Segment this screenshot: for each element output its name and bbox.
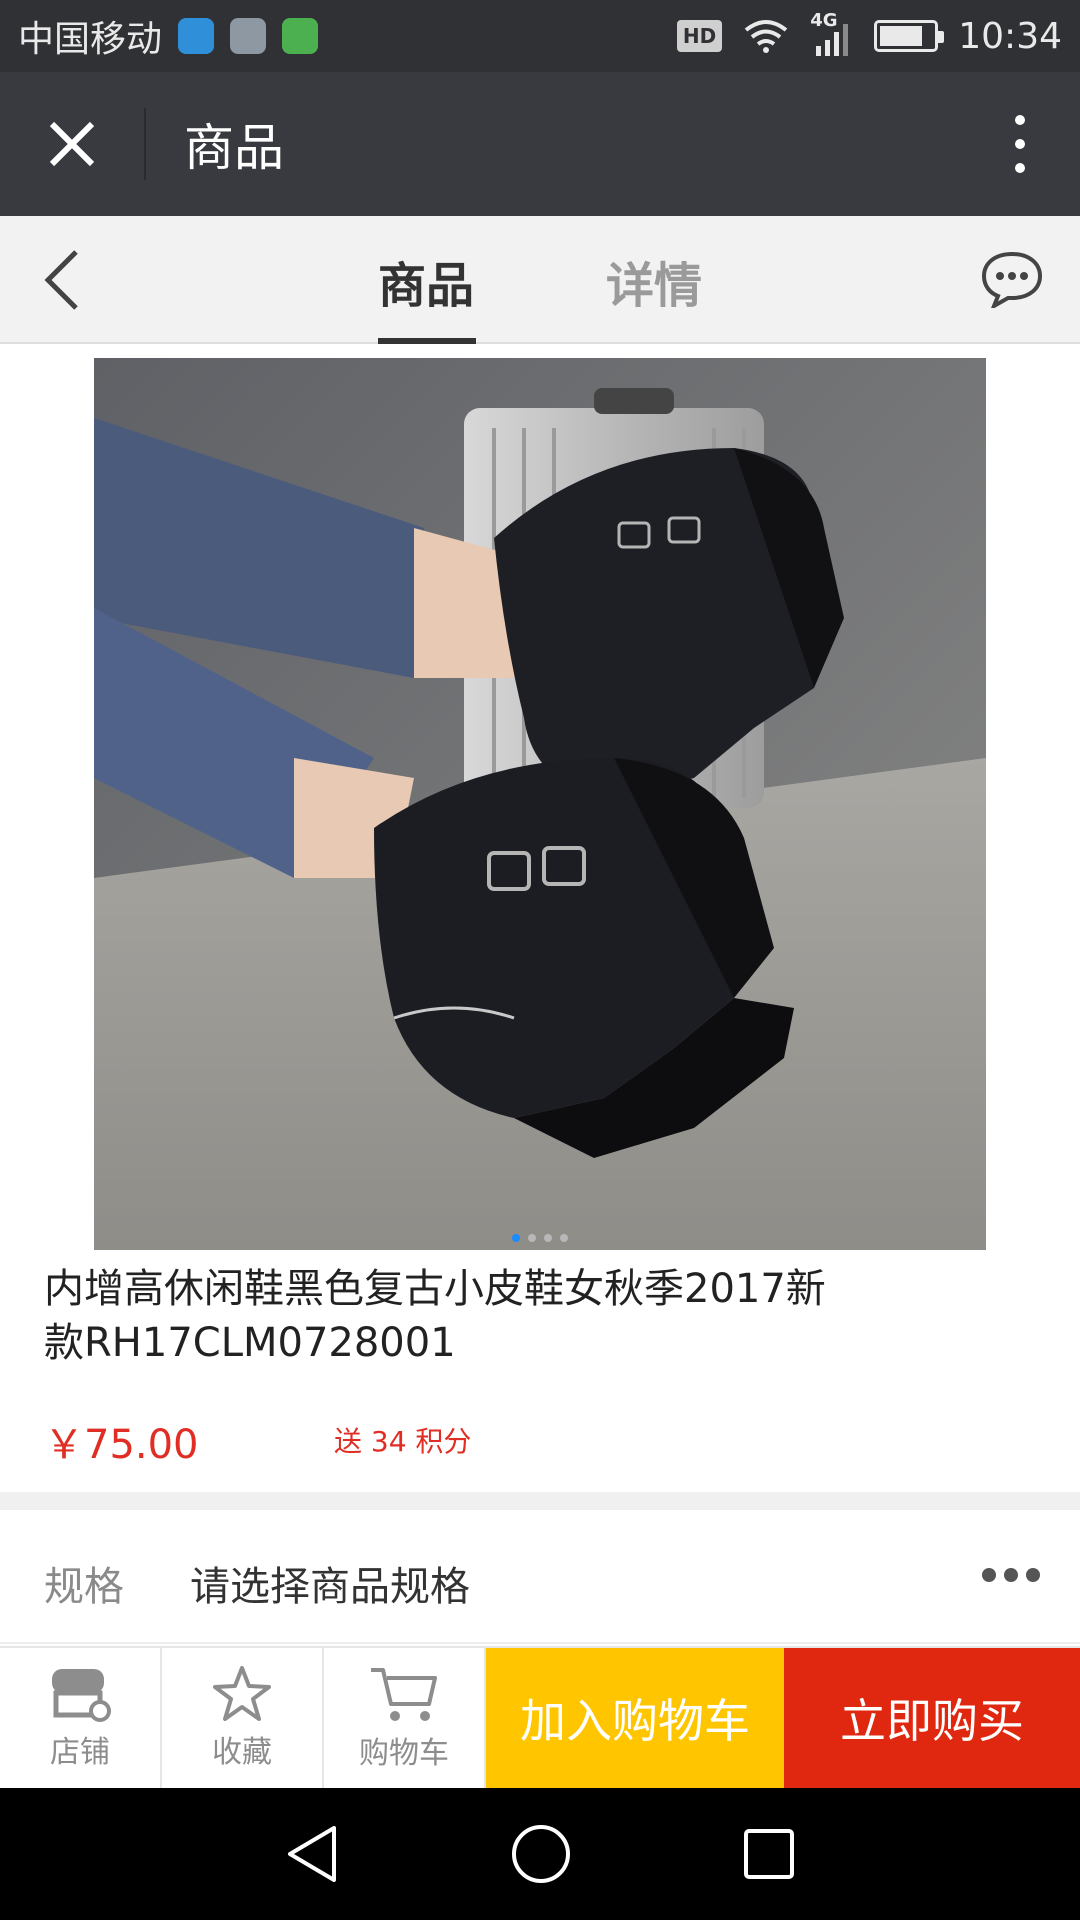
active-tab-indicator — [378, 338, 476, 344]
clock: 10:34 — [958, 15, 1062, 57]
more-vertical-icon — [1015, 115, 1025, 173]
section-separator — [0, 1492, 1080, 1510]
title-divider — [144, 108, 146, 180]
product-photo — [94, 358, 986, 1250]
gallery-notification-icon — [230, 18, 267, 54]
video-notification-icon — [282, 18, 319, 54]
product-tab-bar: 商品 详情 — [0, 216, 1080, 344]
hd-icon: HD — [676, 20, 723, 52]
shop-label: 店铺 — [50, 1735, 110, 1770]
add-to-cart-button[interactable]: 加入购物车 — [486, 1648, 784, 1788]
chat-icon[interactable] — [980, 250, 1044, 308]
more-horizontal-icon — [982, 1568, 1040, 1582]
battery-icon — [874, 20, 945, 52]
shop-button[interactable]: 店铺 — [0, 1648, 162, 1788]
product-image-carousel[interactable] — [94, 358, 986, 1250]
system-navigation-bar — [0, 1788, 1080, 1920]
nav-back-icon[interactable] — [284, 1824, 340, 1884]
favorite-button[interactable]: 收藏 — [162, 1648, 324, 1788]
spec-label: 规格 — [44, 1564, 124, 1610]
status-bar: 中国移动 HD 4G 10:34 — [0, 0, 1080, 72]
product-price: ￥75.00 — [44, 1422, 199, 1468]
star-icon — [213, 1666, 271, 1721]
tab-goods[interactable]: 商品 — [378, 246, 474, 316]
carousel-dot[interactable] — [512, 1234, 520, 1242]
buy-now-button[interactable]: 立即购买 — [784, 1648, 1080, 1788]
app-notification-icon — [178, 18, 215, 54]
more-options-button[interactable] — [960, 72, 1080, 216]
cart-label: 购物车 — [359, 1736, 449, 1771]
cart-icon — [371, 1668, 437, 1721]
carousel-indicator — [94, 1234, 986, 1242]
nav-recents-icon[interactable] — [742, 1827, 796, 1881]
back-arrow-icon[interactable] — [36, 246, 96, 314]
title-bar: 商品 — [0, 72, 1080, 216]
tab-detail[interactable]: 详情 — [606, 246, 702, 316]
cart-button[interactable]: 购物车 — [324, 1648, 486, 1788]
carousel-dot[interactable] — [528, 1234, 536, 1242]
carousel-dot[interactable] — [560, 1234, 568, 1242]
reward-points: 送 34 积分 — [334, 1425, 472, 1458]
spec-value: 请选择商品规格 — [190, 1564, 470, 1610]
spec-selector-row[interactable]: 规格 请选择商品规格 — [0, 1510, 1080, 1644]
carrier-label: 中国移动 — [18, 19, 163, 60]
product-title: 内增高休闲鞋黑色复古小皮鞋女秋季2017新款RH17CLM0728001 — [44, 1266, 826, 1366]
nav-home-icon[interactable] — [510, 1823, 572, 1885]
signal-icon: 4G — [810, 10, 854, 56]
page-title: 商品 — [184, 119, 284, 177]
shop-icon — [52, 1669, 111, 1722]
bottom-action-bar: 店铺 收藏 购物车 加入购物车 立即购买 — [0, 1646, 1080, 1788]
carousel-dot[interactable] — [544, 1234, 552, 1242]
close-icon — [49, 121, 95, 167]
wifi-icon — [745, 20, 788, 53]
favorite-label: 收藏 — [212, 1735, 272, 1770]
close-button[interactable] — [0, 72, 144, 216]
